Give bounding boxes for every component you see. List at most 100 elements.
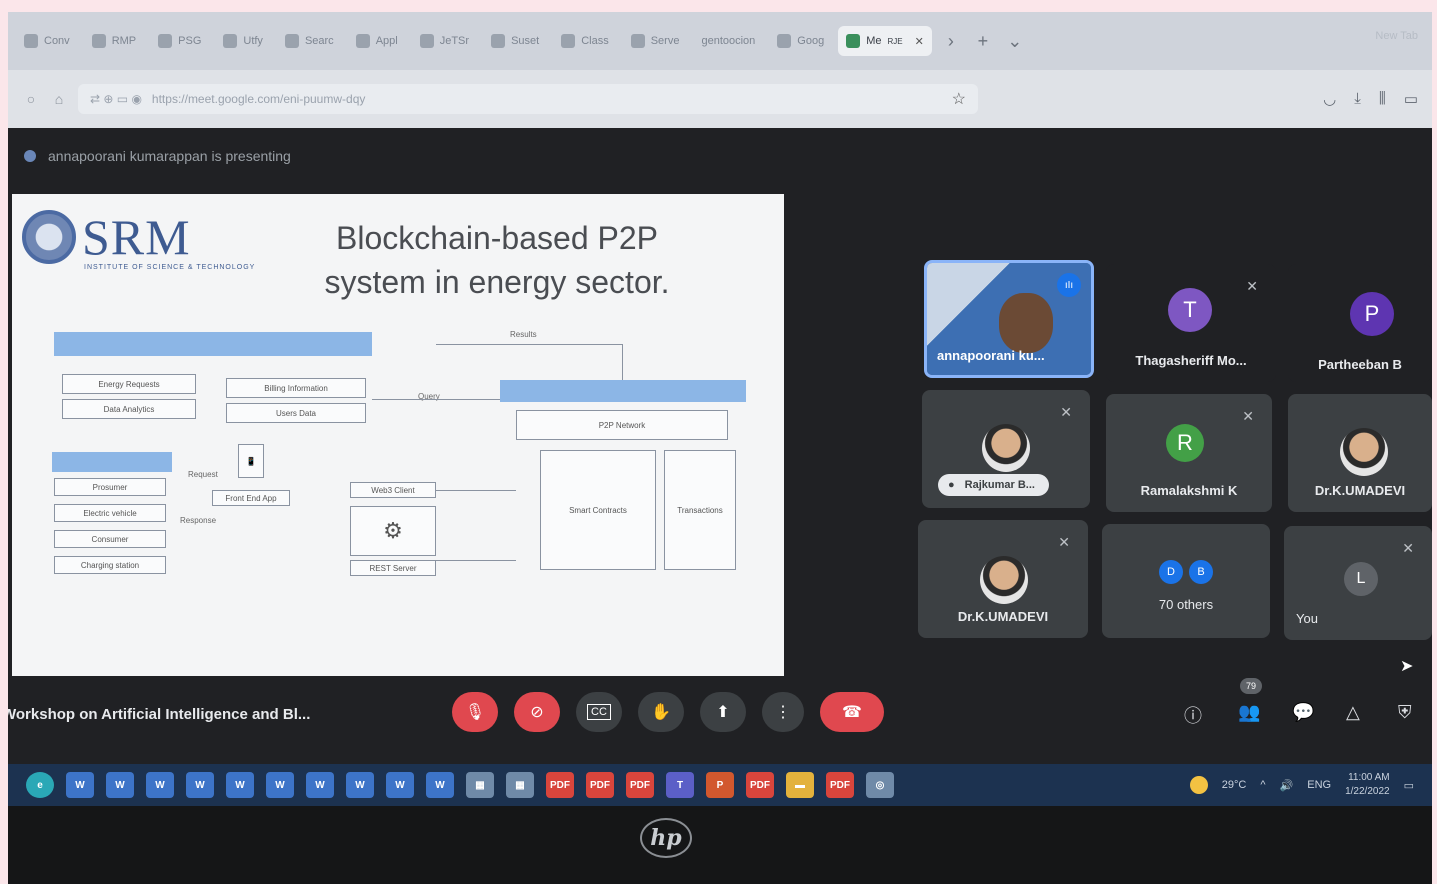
participant-tile[interactable]: Dr.K.UMADEVI: [1288, 394, 1432, 512]
chat-icon[interactable]: 💬: [1292, 702, 1314, 723]
chrome-icon[interactable]: ◎: [866, 772, 894, 798]
clock-time: 11:00 AM: [1348, 772, 1390, 783]
downloads-icon[interactable]: ⤓: [1354, 90, 1361, 108]
word-document-icon[interactable]: W: [306, 772, 334, 798]
browser-tab[interactable]: gentoocion: [693, 26, 763, 56]
word-document-icon[interactable]: W: [106, 772, 134, 798]
activities-icon[interactable]: △: [1346, 702, 1360, 723]
browser-tab[interactable]: Appl: [348, 26, 406, 56]
app-icon[interactable]: ▦: [506, 772, 534, 798]
people-icon[interactable]: 👥: [1238, 702, 1260, 723]
participant-tile[interactable]: P Partheeban B: [1288, 264, 1432, 382]
diagram-label-results: Results: [510, 330, 537, 339]
present-screen-icon: ⬆: [716, 704, 730, 721]
diagram-box-consumer: Consumer: [54, 530, 166, 548]
browser-tab[interactable]: Serve: [623, 26, 688, 56]
pdf-document-icon[interactable]: PDF: [546, 772, 574, 798]
new-tab-icon[interactable]: +: [970, 31, 996, 52]
volume-icon[interactable]: 🔊: [1280, 779, 1294, 792]
participant-name: Dr.K.UMADEVI: [1314, 483, 1406, 498]
word-document-icon[interactable]: W: [226, 772, 254, 798]
tab-favicon-icon: [284, 34, 299, 48]
leave-call-button[interactable]: ☎: [820, 692, 884, 732]
captions-button[interactable]: CC: [576, 692, 622, 732]
pocket-icon[interactable]: ◡: [1323, 90, 1336, 108]
bookmark-star-icon[interactable]: ☆: [952, 89, 966, 109]
browser-tab[interactable]: JeTSr: [412, 26, 477, 56]
participant-name: Partheeban B: [1318, 357, 1402, 372]
slide-title-line-1: Blockchain-based P2P: [336, 220, 658, 256]
word-document-icon[interactable]: W: [66, 772, 94, 798]
notifications-icon[interactable]: ▭: [1404, 779, 1414, 792]
word-document-icon[interactable]: W: [346, 772, 374, 798]
avatar: L: [1344, 562, 1378, 596]
site-permissions-icon[interactable]: ⇄ ⊕ ▭ ◉: [90, 92, 142, 106]
tab-favicon-icon: [419, 34, 434, 48]
browser-tab[interactable]: Conv: [16, 26, 78, 56]
more-options-button[interactable]: ⋮: [762, 692, 804, 732]
browser-tab[interactable]: Searc: [277, 26, 342, 56]
browser-tab[interactable]: Suset: [483, 26, 547, 56]
mic-toggle-button[interactable]: 🎙: [452, 692, 498, 732]
word-document-icon[interactable]: W: [186, 772, 214, 798]
word-document-icon[interactable]: W: [146, 772, 174, 798]
weather-icon[interactable]: [1189, 776, 1208, 794]
present-button[interactable]: ⬆: [700, 692, 746, 732]
browser-tab[interactable]: PSG: [150, 26, 209, 56]
participant-tile[interactable]: ✕ Dr.K.UMADEVI: [918, 520, 1088, 638]
participant-name: You: [1296, 611, 1318, 626]
close-tab-icon[interactable]: ✕: [915, 35, 924, 48]
pdf-document-icon[interactable]: PDF: [826, 772, 854, 798]
powerpoint-icon[interactable]: P: [706, 772, 734, 798]
mic-off-icon: ✕: [1242, 408, 1254, 424]
url-field[interactable]: ⇄ ⊕ ▭ ◉ https://meet.google.com/eni-puum…: [78, 84, 978, 114]
edge-browser-icon[interactable]: e: [26, 772, 54, 798]
browser-tab[interactable]: Goog: [769, 26, 832, 56]
diagram-left-band: [52, 452, 172, 472]
participant-name: Ramalakshmi K: [1140, 483, 1238, 498]
tab-list-icon[interactable]: ⌄: [1002, 31, 1028, 52]
shield-icon[interactable]: ○: [22, 91, 40, 107]
host-controls-icon[interactable]: ⛨: [1398, 702, 1412, 723]
srm-logo-text: SRM: [82, 209, 191, 265]
pdf-document-icon[interactable]: PDF: [626, 772, 654, 798]
diagram-box-p2p-network: P2P Network: [516, 410, 728, 440]
tab-favicon-icon: [223, 34, 238, 48]
diagram-box-front-end: Front End App: [212, 490, 290, 506]
word-document-icon[interactable]: W: [426, 772, 454, 798]
presenting-banner: annapoorani kumarappan is presenting: [24, 148, 291, 164]
browser-tab[interactable]: Class: [553, 26, 617, 56]
camera-toggle-button[interactable]: ⊘: [514, 692, 560, 732]
tray-overflow-icon[interactable]: ^: [1260, 779, 1265, 791]
pdf-document-icon[interactable]: PDF: [586, 772, 614, 798]
app-icon[interactable]: ▦: [466, 772, 494, 798]
sidebar-icon[interactable]: ▭: [1404, 90, 1418, 108]
participant-tile[interactable]: ✕ ● Rajkumar B...: [922, 390, 1090, 508]
weather-temperature[interactable]: 29°C: [1222, 779, 1247, 791]
tab-scroll-right-icon[interactable]: ›: [938, 31, 964, 52]
meeting-details-icon[interactable]: ⓘ: [1184, 702, 1202, 728]
word-document-icon[interactable]: W: [386, 772, 414, 798]
language-indicator[interactable]: ENG: [1307, 779, 1331, 791]
browser-tab[interactable]: RMP: [84, 26, 144, 56]
tab-favicon-icon: [561, 34, 576, 48]
lock-icon[interactable]: ⌂: [50, 91, 68, 107]
teams-icon[interactable]: T: [666, 772, 694, 798]
participant-tile-self[interactable]: ✕ L You: [1284, 526, 1432, 640]
clock[interactable]: 11:00 AM 1/22/2022: [1345, 771, 1390, 799]
diagram-box-transactions: Transactions: [664, 450, 736, 570]
raise-hand-button[interactable]: ✋: [638, 692, 684, 732]
participant-tile-presenter[interactable]: ıIı annapoorani ku...: [924, 260, 1094, 378]
shared-slide: SRM INSTITUTE OF SCIENCE & TECHNOLOGY Bl…: [12, 194, 784, 676]
folder-icon[interactable]: ▬: [786, 772, 814, 798]
browser-tab[interactable]: Utfy: [215, 26, 271, 56]
diagram-box-electric-vehicle: Electric vehicle: [54, 504, 166, 522]
pdf-document-icon[interactable]: PDF: [746, 772, 774, 798]
library-icon[interactable]: ⫼: [1379, 90, 1386, 108]
participant-tile[interactable]: ✕ R Ramalakshmi K: [1106, 394, 1272, 512]
participant-tile-others[interactable]: D B 70 others: [1102, 524, 1270, 638]
browser-tab-active[interactable]: Me RJE ✕: [838, 26, 932, 56]
mic-off-icon: ✕: [1402, 540, 1414, 556]
word-document-icon[interactable]: W: [266, 772, 294, 798]
participant-tile[interactable]: ✕ T Thagasheriff Mo...: [1106, 264, 1276, 382]
